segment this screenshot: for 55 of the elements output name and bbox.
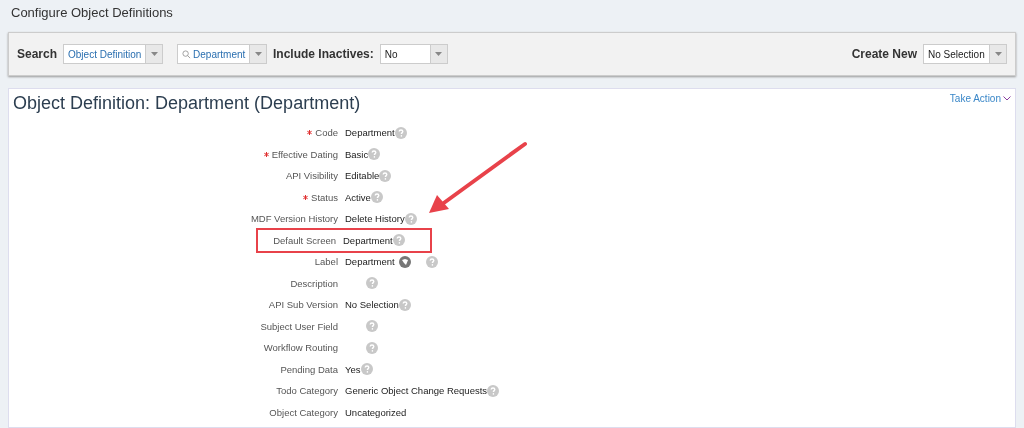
- field-value: Uncategorized: [345, 406, 407, 418]
- field-value: Basic: [345, 148, 369, 160]
- help-icon[interactable]: [394, 126, 407, 139]
- field-value: Department: [345, 127, 395, 139]
- create-new-label: Create New: [851, 47, 917, 61]
- page-title: Configure Object Definitions: [10, 4, 174, 22]
- object-type-select[interactable]: Object Definition: [63, 44, 164, 64]
- caret-icon: [435, 52, 443, 56]
- field-value: Active: [345, 191, 371, 203]
- help-icon[interactable]: [360, 363, 373, 376]
- field-label: Todo Category: [276, 385, 338, 397]
- caret-icon: [150, 52, 158, 56]
- search-icon: [182, 49, 192, 59]
- field-label: Workflow Routing: [263, 342, 338, 354]
- field-value: Department: [345, 256, 395, 268]
- help-icon[interactable]: [366, 277, 378, 290]
- create-new-select[interactable]: No Selection: [923, 44, 1007, 64]
- help-icon[interactable]: [404, 212, 417, 225]
- field-value: Editable: [345, 170, 380, 182]
- field-label: Pending Data: [280, 363, 338, 375]
- field-label: MDF Version History: [250, 213, 338, 225]
- help-icon[interactable]: [379, 169, 392, 182]
- caret-icon: [994, 52, 1002, 56]
- field-value: Department: [343, 234, 393, 246]
- field-value: Delete History: [345, 213, 405, 225]
- help-icon[interactable]: [366, 341, 378, 354]
- field-label: Status: [311, 191, 338, 203]
- help-icon[interactable]: [425, 255, 438, 268]
- help-icon[interactable]: [366, 320, 378, 333]
- field-label: Default Screen: [273, 234, 336, 246]
- object-title: Object Definition: Department (Department): [13, 93, 361, 114]
- field-value: No Selection: [345, 299, 399, 311]
- field-label: API Sub Version: [268, 299, 338, 311]
- help-icon[interactable]: [368, 148, 381, 161]
- globe-icon[interactable]: [398, 255, 411, 268]
- help-icon[interactable]: [398, 298, 411, 311]
- field-label: Subject User Field: [260, 320, 338, 332]
- field-value: Generic Object Change Requests: [345, 385, 488, 397]
- include-inactives-select[interactable]: No: [379, 44, 448, 64]
- take-action-link[interactable]: Take Action: [949, 93, 1011, 104]
- help-icon[interactable]: [487, 384, 500, 397]
- include-inactives-label: Include Inactives:: [273, 47, 374, 61]
- field-label: Code: [315, 127, 338, 139]
- object-search-field[interactable]: Department: [177, 44, 268, 64]
- field-label: API Visibility: [285, 170, 338, 182]
- help-icon[interactable]: [370, 191, 383, 204]
- field-label: Label: [314, 256, 338, 268]
- search-label: Search: [17, 47, 58, 61]
- field-label: Description: [290, 277, 338, 289]
- caret-icon: [254, 52, 262, 56]
- field-label: Object Category: [269, 406, 338, 418]
- help-icon[interactable]: [392, 234, 405, 247]
- field-label: Effective Dating: [271, 148, 338, 160]
- chevron-down-icon: [1003, 96, 1011, 101]
- field-value: Yes: [345, 363, 361, 375]
